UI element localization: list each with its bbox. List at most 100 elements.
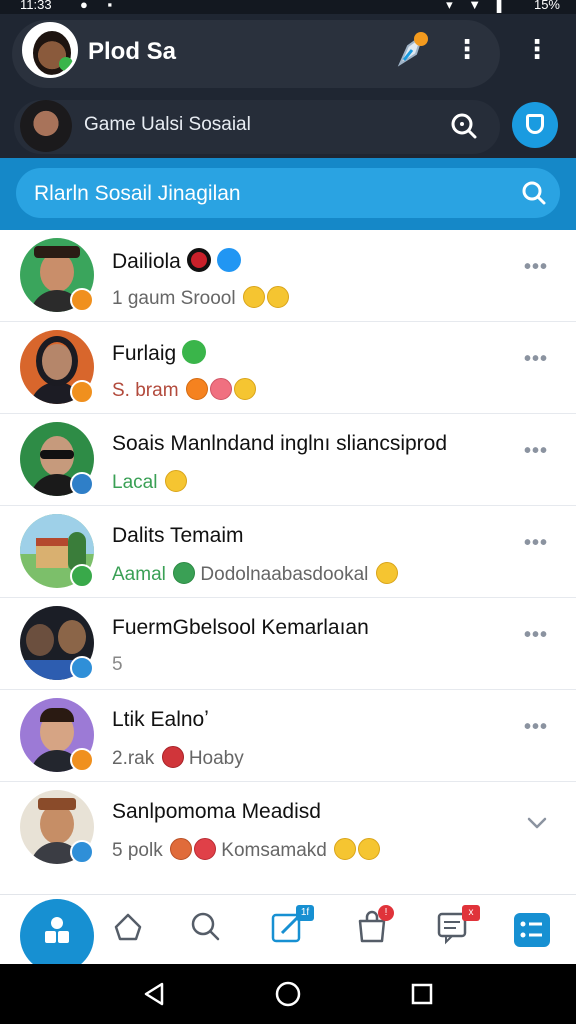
list-menu-button[interactable] (514, 913, 550, 947)
status-badge (70, 380, 94, 404)
crown-shape (38, 798, 76, 810)
chat-name: Furlaig (112, 340, 207, 366)
sub-header: Game Ualsi Sosaial (0, 98, 576, 158)
person-left-shape (26, 624, 54, 656)
online-badge (59, 57, 73, 71)
more-horizontal-icon[interactable]: ••• (524, 440, 552, 462)
more-horizontal-icon[interactable]: ••• (524, 716, 552, 738)
chat-preview: 5 polk Komsamakd (112, 838, 381, 862)
chat-preview: 5 (112, 654, 123, 676)
chat-preview: Lacal (112, 470, 187, 494)
preview-suffix: Dodolnaabasdookal (200, 564, 369, 585)
chat-name: Sanlpomoma Meadisd (112, 800, 321, 824)
status-badge (70, 564, 94, 588)
status-bar: 11:33 ● ▪ ▾ ▼ ▌ 15% (0, 0, 576, 14)
app-window: 11:33 ● ▪ ▾ ▼ ▌ 15% Plod Sa ⋮ ⋮ Game Ual… (0, 0, 576, 1024)
search-icon[interactable] (520, 179, 548, 207)
status-badge (70, 840, 94, 864)
home-icon[interactable] (110, 909, 150, 949)
shield-action-button[interactable] (512, 102, 558, 148)
green-chat-icon (182, 340, 207, 364)
list-item[interactable]: Dailiola 1 gaum Sroool ••• (0, 230, 576, 322)
chat-preview: S. bram (112, 378, 256, 402)
recents-icon[interactable] (408, 980, 436, 1008)
battery-level: 15% (533, 0, 560, 12)
app-title: Plod Sa (88, 38, 177, 65)
chat-name-text: Ltik Ealnoʼ (112, 708, 209, 731)
search-input[interactable]: Rlarln Sosail Jinagilan (16, 168, 560, 218)
angry-emoji-icon (161, 746, 184, 768)
sunglasses-shape (40, 450, 74, 459)
preview-text: 5 (112, 654, 123, 675)
home-nav-button[interactable] (20, 899, 94, 973)
hair-shape (40, 708, 74, 722)
more-horizontal-icon[interactable]: ••• (524, 348, 552, 370)
angry-emoji-icon (193, 838, 216, 860)
chat-name: Dailiola (112, 248, 241, 274)
more-horizontal-icon[interactable]: ••• (524, 256, 552, 278)
search-placeholder: Rlarln Sosail Jinagilan (34, 182, 241, 205)
sub-avatar[interactable] (20, 100, 72, 152)
green-smile-icon (173, 562, 196, 584)
notifications-badge: ! (378, 905, 394, 921)
status-badge (70, 288, 94, 312)
chat-name: Soais Manlndand inglnı sliancsiprod (112, 432, 447, 456)
preview-text: 1 gaum Sroool (112, 288, 236, 309)
love-emoji-icon (209, 378, 232, 400)
people-icon (40, 915, 74, 945)
preview-suffix: Komsamakd (221, 840, 327, 861)
notification-icons: ● ▪ (80, 0, 121, 12)
search-icon[interactable] (448, 110, 480, 142)
preview-suffix: Hoaby (188, 748, 244, 769)
grin-emoji-icon (242, 286, 265, 308)
rocket-icon[interactable] (392, 28, 430, 72)
verified-check-icon (216, 248, 241, 272)
laugh-emoji-icon (266, 286, 289, 308)
status-badge (70, 748, 94, 772)
home-circle-icon[interactable] (274, 980, 302, 1008)
chat-preview: 2.rak Hoaby (112, 746, 244, 770)
search-band: Rlarln Sosail Jinagilan (0, 158, 576, 230)
more-horizontal-icon[interactable]: ••• (524, 532, 552, 554)
rocket-emoji-icon (169, 838, 192, 860)
compose-badge: 1f (296, 905, 314, 921)
rocket-notification-dot (414, 32, 428, 46)
signal-icons: ▾ ▼ ▌ (446, 0, 512, 12)
list-item[interactable]: Ltik Ealnoʼ 2.rak Hoaby ••• (0, 690, 576, 782)
chat-name-text: Sanlpomoma Meadisd (112, 800, 321, 823)
messages-badge: x (462, 905, 480, 921)
back-icon[interactable] (140, 980, 168, 1008)
person-right-shape (58, 620, 86, 654)
smile-emoji-icon (233, 378, 256, 400)
chat-name-text: Dalits Temaim (112, 524, 244, 547)
compose-icon[interactable]: 1f (270, 905, 314, 949)
more-horizontal-icon[interactable]: ••• (524, 624, 552, 646)
notifications-icon[interactable]: ! (354, 905, 394, 949)
list-item[interactable]: Furlaig S. bram ••• (0, 322, 576, 414)
chat-name-text: Furlaig (112, 342, 177, 365)
smile-emoji-icon (164, 470, 187, 492)
list-item[interactable]: Sanlpomoma Meadisd 5 polk Komsamakd (0, 782, 576, 894)
chat-name-text: Soais Manlndand inglnı sliancsiprod (112, 432, 448, 455)
messages-icon[interactable]: x (436, 905, 480, 949)
search-icon[interactable] (188, 909, 228, 949)
chevron-down-icon[interactable] (526, 812, 548, 834)
chat-name: Dalits Temaim (112, 524, 243, 548)
grin-emoji-icon (334, 838, 357, 860)
hood-shape (36, 336, 78, 386)
preview-text: Lacal (112, 472, 158, 493)
status-time: 11:33 (20, 0, 52, 12)
list-item[interactable]: FuermGbelsool Kemarlaıan 5 ••• (0, 598, 576, 690)
chat-name: FuermGbelsool Kemarlaıan (112, 616, 369, 640)
sub-header-title: Game Ualsi Sosaial (84, 114, 251, 135)
profile-avatar[interactable] (22, 22, 78, 78)
list-item[interactable]: Soais Manlndand inglnı sliancsiprod Laca… (0, 414, 576, 506)
more-vertical-icon[interactable]: ⋮ (454, 34, 480, 66)
avatar-head (40, 252, 74, 292)
system-nav-bar (0, 964, 576, 1024)
menu-vertical-icon[interactable]: ⋮ (524, 34, 550, 66)
chat-preview: 1 gaum Sroool (112, 286, 289, 310)
wink-emoji-icon (358, 838, 381, 860)
chat-list: Dailiola 1 gaum Sroool ••• Furlaig S. br… (0, 230, 576, 894)
list-item[interactable]: Dalits Temaim Aamal Dodolnaabasdookal ••… (0, 506, 576, 598)
